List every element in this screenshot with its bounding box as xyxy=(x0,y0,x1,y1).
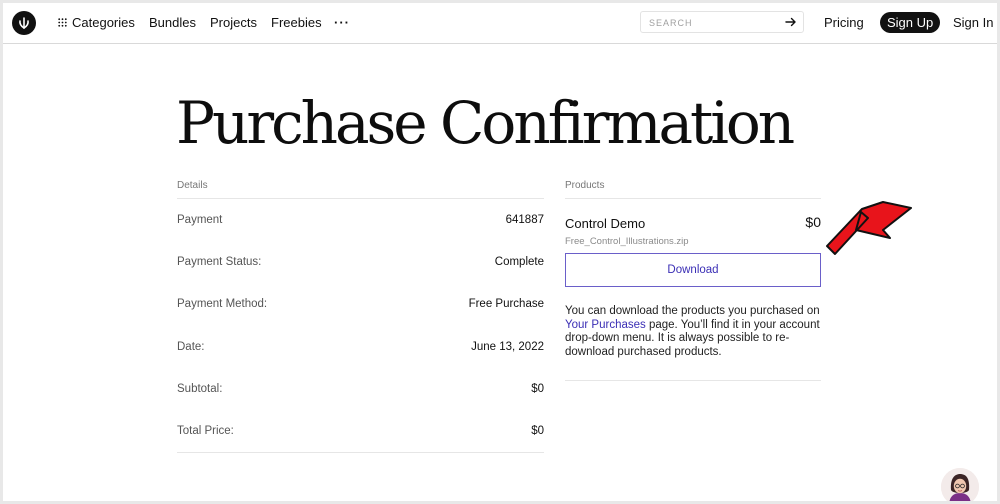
subtotal-label: Subtotal: xyxy=(177,383,223,395)
annotation-arrow-icon xyxy=(823,196,913,273)
top-navigation-bar: Categories Bundles Projects Freebies ···… xyxy=(3,3,997,44)
date-value: June 13, 2022 xyxy=(471,341,544,353)
info-text-start: You can download the products you purcha… xyxy=(565,305,820,317)
your-purchases-link[interactable]: Your Purchases xyxy=(565,319,646,331)
sign-up-button[interactable]: Sign Up xyxy=(880,12,941,33)
divider xyxy=(565,198,821,199)
page-frame: Categories Bundles Projects Freebies ···… xyxy=(3,3,997,501)
divider xyxy=(565,380,821,381)
nav-categories-label: Categories xyxy=(72,15,135,30)
payment-method-label: Payment Method: xyxy=(177,298,268,310)
more-options-icon[interactable]: ··· xyxy=(334,15,350,30)
nav-categories[interactable]: Categories xyxy=(58,15,135,30)
product-price: $0 xyxy=(805,214,821,230)
download-info-text: You can download the products you purcha… xyxy=(565,305,827,359)
product-file-name: Free_Control_Illustrations.zip xyxy=(565,236,689,247)
total-price-value: $0 xyxy=(531,425,544,437)
date-label: Date: xyxy=(177,341,205,353)
download-button[interactable]: Download xyxy=(565,253,821,287)
logo-icon[interactable] xyxy=(12,11,36,35)
payment-value: 641887 xyxy=(505,214,544,226)
payment-status-label: Payment Status: xyxy=(177,256,262,268)
nav-bundles[interactable]: Bundles xyxy=(149,15,196,30)
sign-in-link[interactable]: Sign In xyxy=(953,15,993,30)
arrow-right-icon[interactable] xyxy=(785,15,797,33)
products-heading: Products xyxy=(565,180,605,191)
divider xyxy=(177,198,544,199)
payment-label: Payment xyxy=(177,214,223,226)
nav-freebies[interactable]: Freebies xyxy=(271,15,322,30)
details-heading: Details xyxy=(177,180,208,191)
total-price-label: Total Price: xyxy=(177,425,234,437)
nav-projects[interactable]: Projects xyxy=(210,15,257,30)
product-name: Control Demo xyxy=(565,216,646,231)
search-input[interactable] xyxy=(647,15,781,31)
search-box[interactable] xyxy=(640,11,804,33)
subtotal-value: $0 xyxy=(531,383,544,395)
divider xyxy=(177,452,544,453)
page-title: Purchase Confirmation xyxy=(176,89,795,157)
grid-icon xyxy=(58,15,67,30)
nav-pricing[interactable]: Pricing xyxy=(824,15,864,30)
support-avatar[interactable] xyxy=(941,468,979,501)
payment-method-value: Free Purchase xyxy=(468,298,544,310)
payment-status-value: Complete xyxy=(494,256,544,268)
